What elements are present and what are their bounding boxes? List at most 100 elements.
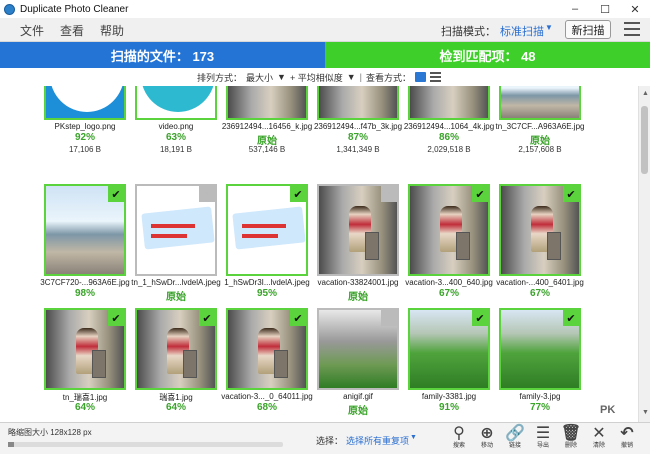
- new-scan-button[interactable]: 新扫描: [565, 20, 611, 39]
- sort-dropdown[interactable]: 最大小: [246, 71, 273, 84]
- photo-subject: [274, 350, 288, 378]
- similarity-percent: 67%: [529, 288, 550, 299]
- similarity-percent: 68%: [256, 402, 277, 413]
- chevron-down-icon[interactable]: ▼: [347, 72, 356, 82]
- photo-thumbnail[interactable]: ✔: [408, 184, 490, 276]
- photo-thumbnail[interactable]: ✔: [44, 308, 126, 390]
- scroll-down-icon[interactable]: ▼: [642, 409, 649, 416]
- similarity-percent: 63%: [165, 132, 186, 143]
- checkmark-icon[interactable]: ✔: [381, 186, 397, 202]
- photo-item[interactable]: ✔ anigif.gif 原始: [317, 308, 407, 420]
- checkmark-icon[interactable]: ✔: [199, 310, 215, 326]
- photo-thumbnail[interactable]: ✔: [317, 184, 399, 276]
- photo-item[interactable]: 236912494...1064_4k.jpg 86% 2,029,518 B: [404, 86, 498, 178]
- close-icon: ✕: [592, 425, 606, 442]
- chevron-down-icon[interactable]: ▼: [545, 23, 553, 32]
- slider-handle[interactable]: [8, 442, 14, 447]
- minimize-icon[interactable]: –: [560, 0, 590, 18]
- file-name: vacation-3..._0_64011.jpg: [221, 392, 313, 401]
- matched-items-summary[interactable]: 检到匹配项： 48: [325, 42, 650, 68]
- grid-view-icon[interactable]: [415, 72, 426, 82]
- photo-thumbnail[interactable]: ✔: [135, 184, 217, 276]
- photo-thumbnail[interactable]: [499, 86, 581, 120]
- file-size: 537,146 B: [248, 145, 286, 154]
- photo-item[interactable]: ✔ vacation-3...400_640.jpg 67%: [405, 184, 498, 299]
- photo-thumbnail[interactable]: ✔: [317, 308, 399, 390]
- file-name: anigif.gif: [343, 392, 373, 401]
- photo-thumbnail[interactable]: ✔: [226, 308, 308, 390]
- photo-thumbnail[interactable]: [135, 86, 217, 120]
- scroll-up-icon[interactable]: ▲: [642, 90, 649, 97]
- checkmark-icon[interactable]: ✔: [108, 186, 124, 202]
- photo-thumbnail[interactable]: [408, 86, 490, 120]
- sort-bar: 排列方式： 最大小 ▼ + 平均相似度 ▼ | 查看方式：: [0, 68, 638, 86]
- photo-item[interactable]: 236912494...f47b_3k.jpg 87% 1,341,349 B: [314, 86, 407, 178]
- photo-item[interactable]: ✔ tn_瑞喜1.jpg 64%: [44, 308, 134, 420]
- menu-file[interactable]: 文件: [20, 22, 44, 39]
- checkmark-icon[interactable]: ✔: [472, 310, 488, 326]
- search-button[interactable]: ⚲ 搜索: [446, 425, 472, 454]
- photo-item[interactable]: video.png 63% 18,191 B: [135, 86, 225, 178]
- photo-item[interactable]: ✔ vacation-33824001.jpg 原始: [317, 184, 407, 303]
- list-view-icon[interactable]: [430, 72, 441, 82]
- photo-thumbnail[interactable]: ✔: [135, 308, 217, 390]
- thumbnail-size-label: 略缩图大小 128x128 px: [8, 428, 92, 437]
- photo-thumbnail[interactable]: ✔: [408, 308, 490, 390]
- photo-thumbnail[interactable]: ✔: [499, 308, 581, 390]
- photo-subject: [183, 350, 197, 378]
- photo-item[interactable]: ✔ vacation-3..._0_64011.jpg 68%: [221, 308, 316, 420]
- file-name: vacation-...400_6401.jpg: [496, 278, 584, 287]
- photo-item[interactable]: 236912494...16456_k.jpg 原始 537,146 B: [222, 86, 316, 178]
- divider: |: [359, 72, 362, 82]
- photo-thumbnail[interactable]: [317, 86, 399, 120]
- banner-text-line: [151, 224, 195, 228]
- menu-view[interactable]: 查看: [60, 22, 84, 39]
- photo-item[interactable]: ✔ 3C7CF720-...963A6E.jpg 98%: [40, 184, 134, 299]
- close-icon[interactable]: ✕: [620, 0, 650, 18]
- thumbnail-size-slider[interactable]: [8, 442, 283, 447]
- checkmark-icon[interactable]: ✔: [290, 310, 306, 326]
- export-button[interactable]: ☰ 导出: [530, 425, 556, 454]
- delete-button[interactable]: 🗑 删除: [558, 425, 584, 454]
- photo-item[interactable]: ✔ vacation-...400_6401.jpg 67%: [496, 184, 589, 299]
- chevron-down-icon[interactable]: ▼: [410, 434, 417, 441]
- hamburger-menu-icon[interactable]: [624, 22, 640, 36]
- scan-mode-dropdown[interactable]: 标准扫描: [500, 23, 544, 39]
- similarity-percent: 64%: [165, 402, 186, 413]
- clear-button[interactable]: ✕ 清除: [586, 425, 612, 454]
- photo-thumbnail[interactable]: [226, 86, 308, 120]
- secondary-sort-dropdown[interactable]: + 平均相似度: [290, 71, 343, 84]
- maximize-icon[interactable]: ☐: [590, 0, 620, 18]
- scrollbar-thumb[interactable]: [641, 106, 648, 174]
- photo-thumbnail[interactable]: ✔: [499, 184, 581, 276]
- select-dropdown[interactable]: 选择所有重复项: [346, 434, 409, 447]
- photo-item[interactable]: ✔ 瑞喜1.jpg 64%: [135, 308, 225, 420]
- view-label: 查看方式：: [365, 72, 411, 83]
- photo-item[interactable]: PK PKstep_logo.png 92% 17,106 B: [44, 86, 134, 178]
- photo-item[interactable]: tn_3C7CF...A963A6E.jpg 原始 2,157,608 B: [496, 86, 589, 178]
- chevron-down-icon[interactable]: ▼: [277, 72, 286, 82]
- checkmark-icon[interactable]: ✔: [563, 186, 579, 202]
- video-logo-image: [141, 86, 215, 112]
- checkmark-icon[interactable]: ✔: [563, 310, 579, 326]
- checkmark-icon[interactable]: ✔: [199, 186, 215, 202]
- similarity-percent: 64%: [74, 402, 95, 413]
- scan-mode-label: 扫描模式：: [441, 26, 496, 38]
- photo-item[interactable]: ✔ family-3381.jpg 91%: [408, 308, 498, 420]
- photo-thumbnail[interactable]: ✔: [226, 184, 308, 276]
- checkmark-icon[interactable]: ✔: [381, 310, 397, 326]
- menu-help[interactable]: 帮助: [100, 22, 124, 39]
- checkmark-icon[interactable]: ✔: [290, 186, 306, 202]
- checkmark-icon[interactable]: ✔: [108, 310, 124, 326]
- move-button[interactable]: ⊕ 移动: [474, 425, 500, 454]
- vertical-scrollbar[interactable]: ▲ ▼: [638, 86, 650, 422]
- undo-button[interactable]: ↶ 撤销: [614, 425, 640, 454]
- pk-logo-image: PK: [50, 86, 124, 112]
- photo-thumbnail[interactable]: PK: [44, 86, 126, 120]
- checkmark-icon[interactable]: ✔: [472, 186, 488, 202]
- photo-item[interactable]: ✔ tn_1_hSwDr...lvdelA.jpeg 原始: [131, 184, 225, 303]
- link-button[interactable]: 🔗 链接: [502, 425, 528, 454]
- photo-item[interactable]: ✔ family-3.jpg 77%: [499, 308, 589, 420]
- photo-thumbnail[interactable]: ✔: [44, 184, 126, 276]
- photo-item[interactable]: ✔ 1_hSwDr3I...lvdelA.jpeg 95%: [224, 184, 316, 299]
